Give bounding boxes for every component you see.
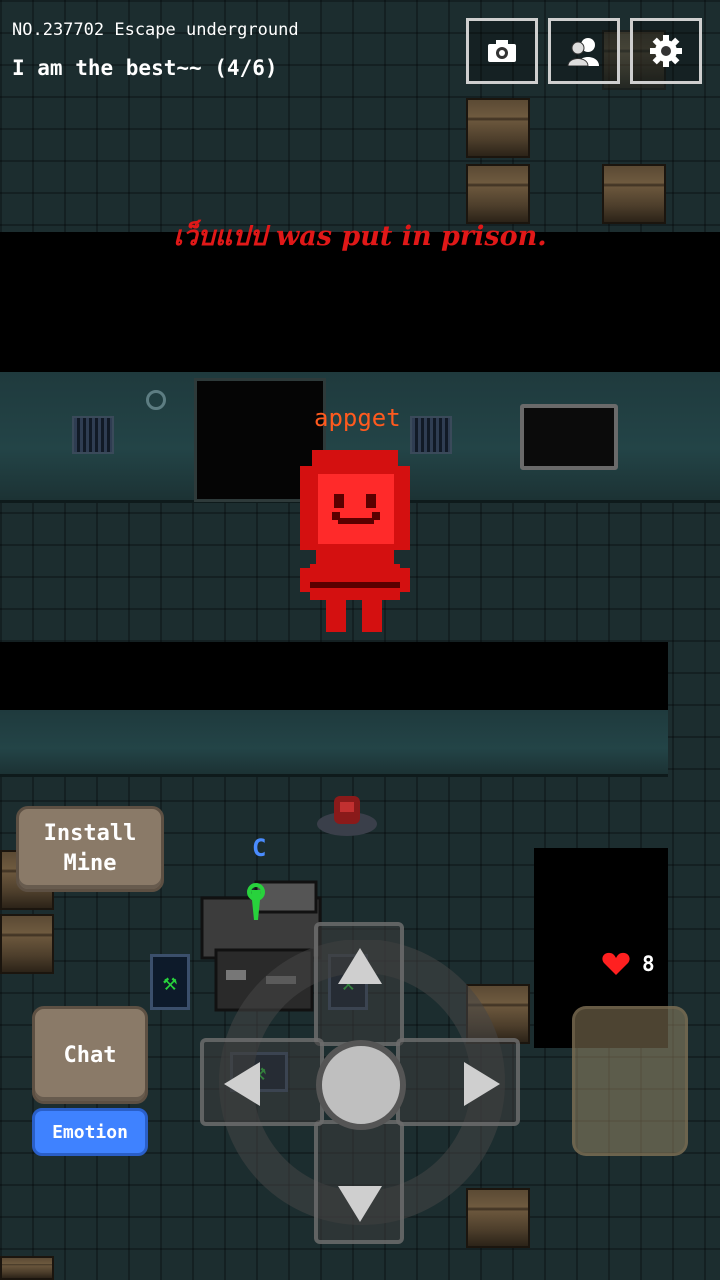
player-name: appget [314,404,401,432]
action-button[interactable] [572,1006,688,1156]
wall-monitor [520,404,618,470]
room-info: NO.237702 Escape underground [12,20,299,40]
repair-tool-card: ⚒ [150,954,190,1010]
dpad-center[interactable] [316,1040,406,1130]
health-value: 8 [642,952,655,976]
player-character [300,450,410,632]
camera-button[interactable] [466,18,538,84]
dpad-left[interactable] [200,1038,324,1126]
other-player-marker: C [252,834,267,862]
dark-void [0,642,668,710]
arrow-down-icon [338,1186,382,1222]
wrench-icon: ⚒ [162,968,178,996]
emotion-button[interactable]: Emotion [32,1108,148,1156]
status-text: I am the best~~ (4/6) [12,56,278,80]
vent-exit-sign [410,416,452,454]
camera-icon [488,40,516,62]
dpad-right[interactable] [396,1038,520,1126]
dpad-down[interactable] [314,1120,404,1244]
turret-robot [317,796,377,836]
vent-exit-sign [72,416,114,454]
gear-icon [650,35,682,67]
settings-button[interactable] [630,18,702,84]
arrow-right-icon [464,1062,500,1106]
install-mine-button[interactable]: Install Mine [16,806,164,892]
arrow-up-icon [338,948,382,984]
event-message: เว็บแปป was put in prison. [173,221,547,252]
crate [0,914,54,974]
wall [0,710,668,777]
crate [0,1256,54,1280]
dpad-up[interactable] [314,922,404,1046]
chat-button[interactable]: Chat [32,1006,148,1104]
arrow-left-icon [224,1062,260,1106]
friends-button[interactable] [548,18,620,84]
clock-icon [146,390,166,410]
friends-icon [567,38,599,66]
crate [466,98,530,158]
heart-icon [602,952,630,975]
